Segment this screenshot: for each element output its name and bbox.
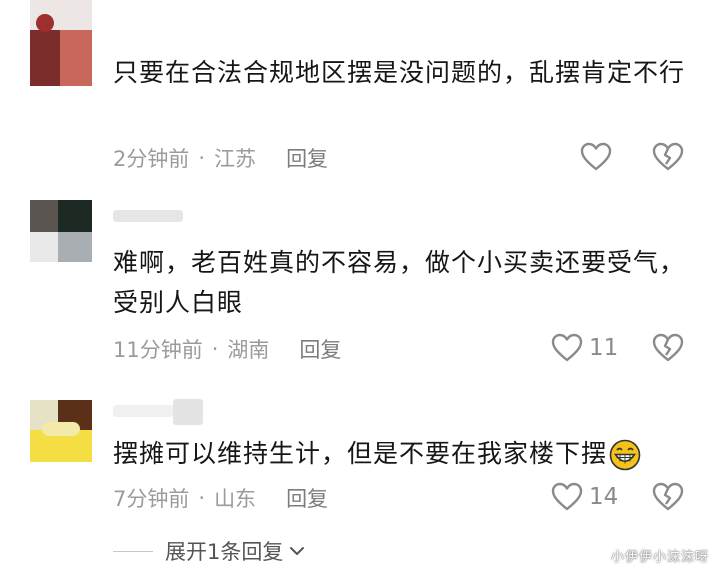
expand-replies-button[interactable]: 展开1条回复 <box>113 536 307 566</box>
dislike-button[interactable] <box>652 482 684 512</box>
avatar[interactable] <box>30 200 92 262</box>
heart-outline-icon <box>551 333 583 362</box>
comment-location: 江苏 <box>214 147 257 171</box>
comment-time: 2分钟前 <box>113 147 190 171</box>
meta-separator: · <box>198 146 206 170</box>
comment-location: 湖南 <box>227 338 270 362</box>
username-blurred <box>113 405 173 417</box>
like-count: 14 <box>589 484 619 510</box>
username-blurred <box>113 210 183 222</box>
like-button[interactable]: 14 <box>551 482 618 512</box>
dislike-button[interactable] <box>652 142 684 172</box>
like-button[interactable] <box>580 142 618 172</box>
divider-line <box>113 550 153 552</box>
comment-meta: 11分钟前 · 湖南 回复 <box>113 334 341 364</box>
chevron-down-icon <box>290 547 305 555</box>
comment-text: 摆摊可以维持生计，但是不要在我家楼下摆 <box>113 434 703 474</box>
dislike-button[interactable] <box>652 333 684 363</box>
reply-button[interactable]: 回复 <box>286 143 328 173</box>
avatar[interactable] <box>30 0 92 86</box>
heart-outline-icon <box>551 482 583 511</box>
heart-outline-icon <box>580 142 612 171</box>
comment-time: 11分钟前 <box>113 338 203 362</box>
broken-heart-icon <box>652 142 684 171</box>
broken-heart-icon <box>652 482 684 511</box>
expand-replies-label: 展开1条回复 <box>165 540 284 564</box>
broken-heart-icon <box>652 333 684 362</box>
reply-button[interactable]: 回复 <box>299 334 341 364</box>
comment-time: 7分钟前 <box>113 487 190 511</box>
comment-text: 难啊，老百姓真的不容易，做个小买卖还要受气，受别人白眼 <box>113 248 686 317</box>
avatar[interactable] <box>30 400 92 462</box>
comment-meta: 7分钟前 · 山东 回复 <box>113 483 328 513</box>
like-button[interactable]: 11 <box>551 333 618 363</box>
comment-text: 只要在合法合规地区摆是没问题的，乱摆肯定不行 <box>113 58 686 87</box>
grinning-face-icon <box>609 439 641 471</box>
meta-separator: · <box>211 337 219 361</box>
comment-meta: 2分钟前 · 江苏 回复 <box>113 143 328 173</box>
comment-text-content: 摆摊可以维持生计，但是不要在我家楼下摆 <box>113 439 608 468</box>
reply-button[interactable]: 回复 <box>286 483 328 513</box>
meta-separator: · <box>198 486 206 510</box>
like-count: 11 <box>589 335 619 361</box>
comment-location: 山东 <box>214 487 257 511</box>
username-blurred <box>173 399 203 425</box>
watermark: 小伊伊小沫沫呀 <box>610 550 709 565</box>
